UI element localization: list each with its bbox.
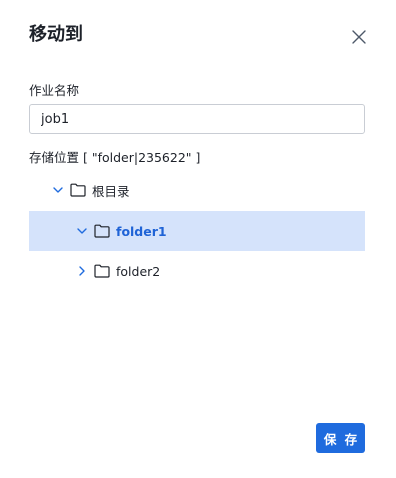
folder-icon <box>94 224 110 238</box>
close-icon[interactable] <box>350 28 368 46</box>
folder-icon <box>70 183 86 197</box>
tree-node-label: folder2 <box>116 263 161 279</box>
chevron-down-icon[interactable] <box>51 183 65 197</box>
tree-node-label: folder1 <box>116 223 167 239</box>
chevron-down-icon[interactable] <box>75 224 89 238</box>
move-to-dialog: 移动到 作业名称 存储位置 [ "folder|235622" ] 根目录 fo… <box>0 0 396 478</box>
tree-node-folder2[interactable]: folder2 <box>29 251 365 291</box>
save-button[interactable]: 保 存 <box>316 423 365 453</box>
tree-node-root[interactable]: 根目录 <box>29 170 365 210</box>
folder-icon <box>94 264 110 278</box>
storage-location-label: 存储位置 [ "folder|235622" ] <box>29 150 201 165</box>
job-name-label: 作业名称 <box>29 83 80 98</box>
tree-node-label: 根目录 <box>92 183 130 199</box>
dialog-title: 移动到 <box>29 24 83 45</box>
job-name-input[interactable] <box>29 104 365 134</box>
tree-node-folder1[interactable]: folder1 <box>29 211 365 251</box>
chevron-right-icon[interactable] <box>75 264 89 278</box>
